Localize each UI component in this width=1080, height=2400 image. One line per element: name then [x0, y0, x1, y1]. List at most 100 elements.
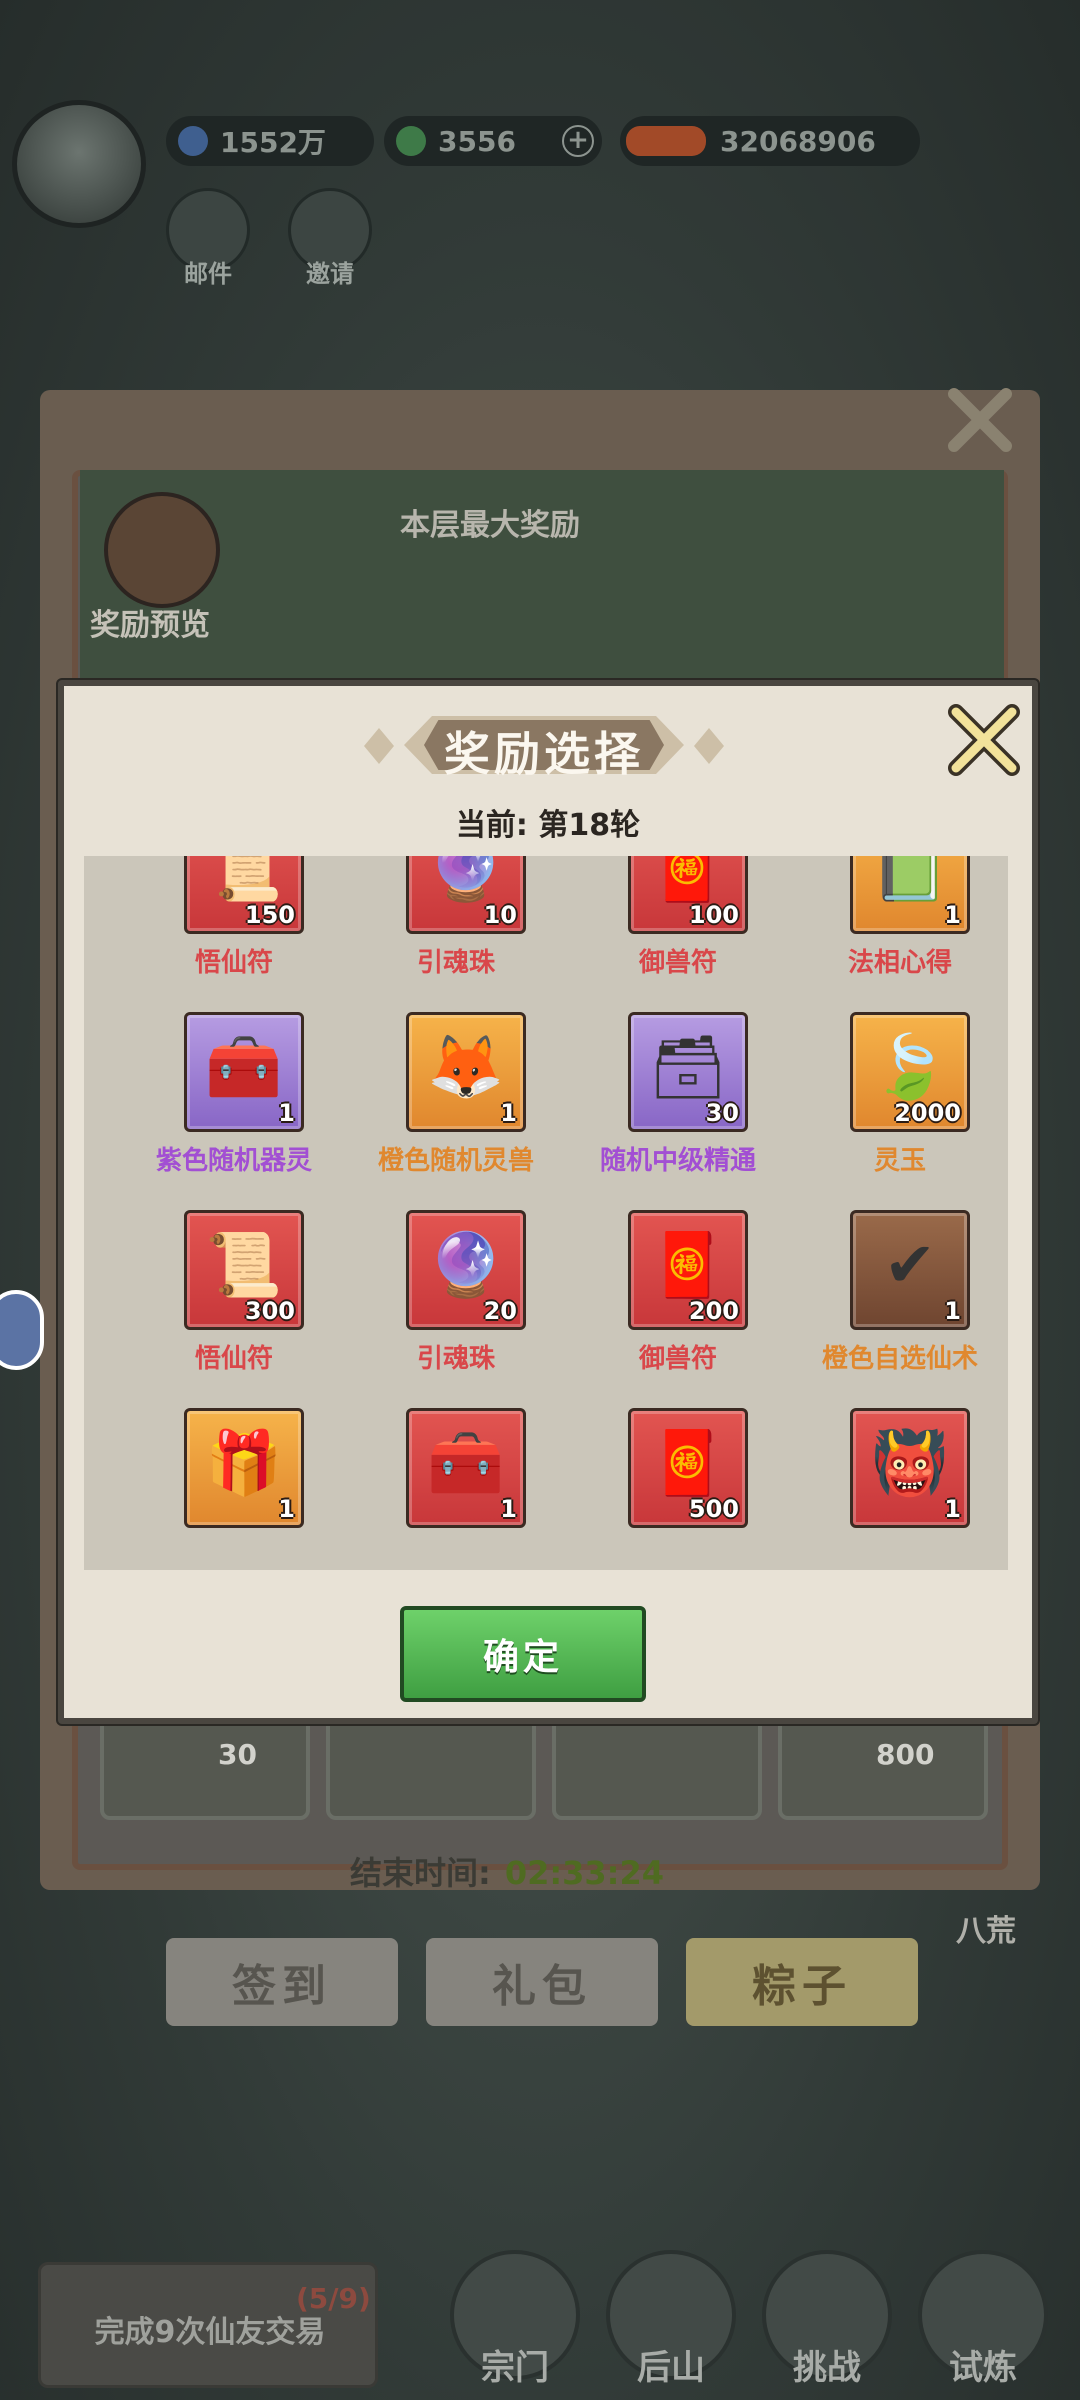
item-count: 1 — [278, 1099, 295, 1127]
current-round: 当前: 第18轮 — [455, 808, 641, 843]
talisman-icon: 📜 150 — [184, 856, 304, 934]
item-name: 橙色自选仙术 — [821, 1344, 978, 1374]
spirit-stone-icon — [178, 126, 208, 156]
dark-red-chest-icon: 👹 1 — [850, 1408, 970, 1528]
tab-zongzi[interactable]: 粽子 — [686, 1938, 918, 2026]
reward-item[interactable]: 🧧 100 御兽符 — [567, 856, 789, 1004]
nav-mountain-label: 后山 — [637, 2348, 705, 2388]
nav-sect-label: 宗门 — [481, 2348, 549, 2388]
item-name: 御兽符 — [638, 1344, 717, 1374]
reward-item[interactable]: ✔ 1 橙色自选仙术 — [789, 1210, 1008, 1400]
reward-item[interactable]: 🦊 1 橙色随机灵兽 — [345, 1012, 567, 1202]
confirm-button[interactable]: 确定 — [400, 1606, 646, 1702]
item-count: 1 — [278, 1495, 295, 1523]
item-name: 引魂珠 — [416, 948, 495, 978]
reward-item[interactable]: 🎁 1 — [123, 1408, 345, 1570]
reward-grid: 📜 150 悟仙符 🔮 10 引魂珠 🧧 100 御兽符 📗 1 法相心得 🧰 1 紫色随机器灵 🦊 1 橙色随机… — [84, 856, 1008, 1570]
purple-chest-icon: 🧰 1 — [184, 1012, 304, 1132]
reward-item[interactable]: 📜 300 悟仙符 — [123, 1210, 345, 1400]
item-count: 1 — [500, 1495, 517, 1523]
item-count: 30 — [705, 1099, 739, 1127]
item-glyph: 👹 — [871, 1426, 949, 1499]
end-time-value: 02:33:24 — [504, 1854, 664, 1892]
jade-icon: 🍃 2000 — [850, 1012, 970, 1132]
item-count: 500 — [688, 1495, 739, 1523]
item-count: 1 — [500, 1099, 517, 1127]
item-count: 1 — [944, 1495, 961, 1523]
beast-talisman-icon: 🧧 100 — [628, 856, 748, 934]
reward-item[interactable]: 🧧 200 御兽符 — [567, 1210, 789, 1400]
fox-icon: 🦊 1 — [406, 1012, 526, 1132]
spirit-stone-counter: 1552万 — [166, 116, 374, 166]
reward-item[interactable]: 📜 150 悟仙符 — [123, 856, 345, 1004]
end-time-label: 结束时间: — [350, 1854, 491, 1892]
reward-slot-count: 30 — [218, 1738, 257, 1771]
soul-orb-icon: 🔮 20 — [406, 1210, 526, 1330]
end-time: 结束时间: 02:33:24 — [350, 1848, 664, 1894]
reward-selection-dialog: 奖励选择 当前: 第18轮 📜 150 悟仙符 🔮 10 引魂珠 🧧 100 御兽符 📗 1 法相心得… — [58, 680, 1038, 1724]
reward-preview-label: 奖励预览 — [90, 608, 210, 643]
item-glyph: 🗃 — [648, 1030, 728, 1103]
item-glyph: ✔ — [884, 1228, 936, 1301]
item-count: 200 — [688, 1297, 739, 1325]
item-count: 100 — [688, 901, 739, 929]
close-icon[interactable] — [944, 700, 1024, 780]
book-icon: 📗 1 — [850, 856, 970, 934]
reward-preview-icon[interactable] — [104, 492, 220, 608]
item-count: 1 — [944, 1297, 961, 1325]
nav-challenge-label: 挑战 — [793, 2348, 861, 2388]
reward-item[interactable]: 🔮 10 引魂珠 — [345, 856, 567, 1004]
item-count: 300 — [244, 1297, 295, 1325]
reward-item[interactable]: 🔮 20 引魂珠 — [345, 1210, 567, 1400]
jade-counter: 3556 + — [384, 116, 602, 166]
reward-item[interactable]: 👹 1 — [789, 1408, 1008, 1570]
reward-item[interactable]: 🍃 2000 灵玉 — [789, 1012, 1008, 1202]
avatar[interactable] — [12, 100, 146, 228]
silver-chest-icon: 🗃 30 — [628, 1012, 748, 1132]
tab-gift-pack[interactable]: 礼包 — [426, 1938, 658, 2026]
item-name: 悟仙符 — [194, 1344, 273, 1374]
item-glyph: 🍃 — [871, 1030, 949, 1103]
item-count: 1 — [944, 901, 961, 929]
reward-item[interactable]: 🧰 1 紫色随机器灵 — [123, 1012, 345, 1202]
jade-currency-icon — [396, 126, 426, 156]
checked-scroll-icon: ✔ 1 — [850, 1210, 970, 1330]
cultivation-badge-icon — [626, 126, 706, 156]
cultivation-counter: 32068906 — [620, 116, 920, 166]
item-name: 随机中级精通 — [599, 1146, 756, 1176]
item-name: 灵玉 — [873, 1146, 926, 1176]
add-currency-button[interactable]: + — [562, 125, 594, 157]
max-reward-title: 本层最大奖励 — [400, 508, 580, 543]
item-name: 悟仙符 — [194, 948, 273, 978]
item-name: 紫色随机器灵 — [155, 1146, 312, 1176]
side-label-bahuang[interactable]: 八荒 — [956, 1906, 1016, 1950]
item-name: 引魂珠 — [416, 1344, 495, 1374]
reward-item[interactable]: 🧰 1 — [345, 1408, 567, 1570]
tab-checkin[interactable]: 签到 — [166, 1938, 398, 2026]
reward-item[interactable]: 🧧 500 — [567, 1408, 789, 1570]
beast-talisman-icon: 🧧 200 — [628, 1210, 748, 1330]
top-bar: 1552万 3556 + 32068906 — [0, 100, 1080, 230]
item-glyph: 🧧 — [649, 1228, 727, 1301]
golden-chest-icon: 🎁 1 — [184, 1408, 304, 1528]
invite-label: 邀请 — [306, 260, 354, 288]
reward-item[interactable]: 🗃 30 随机中级精通 — [567, 1012, 789, 1202]
quest-text: 完成9次仙友交易 — [94, 2315, 326, 2350]
item-glyph: 📜 — [205, 1228, 283, 1301]
nav-trial-label: 试炼 — [949, 2348, 1017, 2388]
item-count: 150 — [244, 901, 295, 929]
item-count: 10 — [483, 901, 517, 929]
item-glyph: 🧰 — [205, 1030, 283, 1103]
reward-item[interactable]: 📗 1 法相心得 — [789, 856, 1008, 1004]
item-glyph: 🔮 — [427, 1228, 505, 1301]
talisman-icon: 📜 300 — [184, 1210, 304, 1330]
item-glyph: 🎁 — [205, 1426, 283, 1499]
floating-assist-button[interactable] — [0, 1290, 44, 1370]
panel-close-icon[interactable] — [940, 380, 1020, 460]
item-count: 2000 — [894, 1099, 961, 1127]
beast-talisman-icon: 🧧 500 — [628, 1408, 748, 1528]
mail-label: 邮件 — [184, 260, 232, 288]
dialog-title: 奖励选择 — [444, 727, 644, 781]
item-name: 御兽符 — [638, 948, 717, 978]
reward-slot-count: 800 — [876, 1738, 935, 1771]
